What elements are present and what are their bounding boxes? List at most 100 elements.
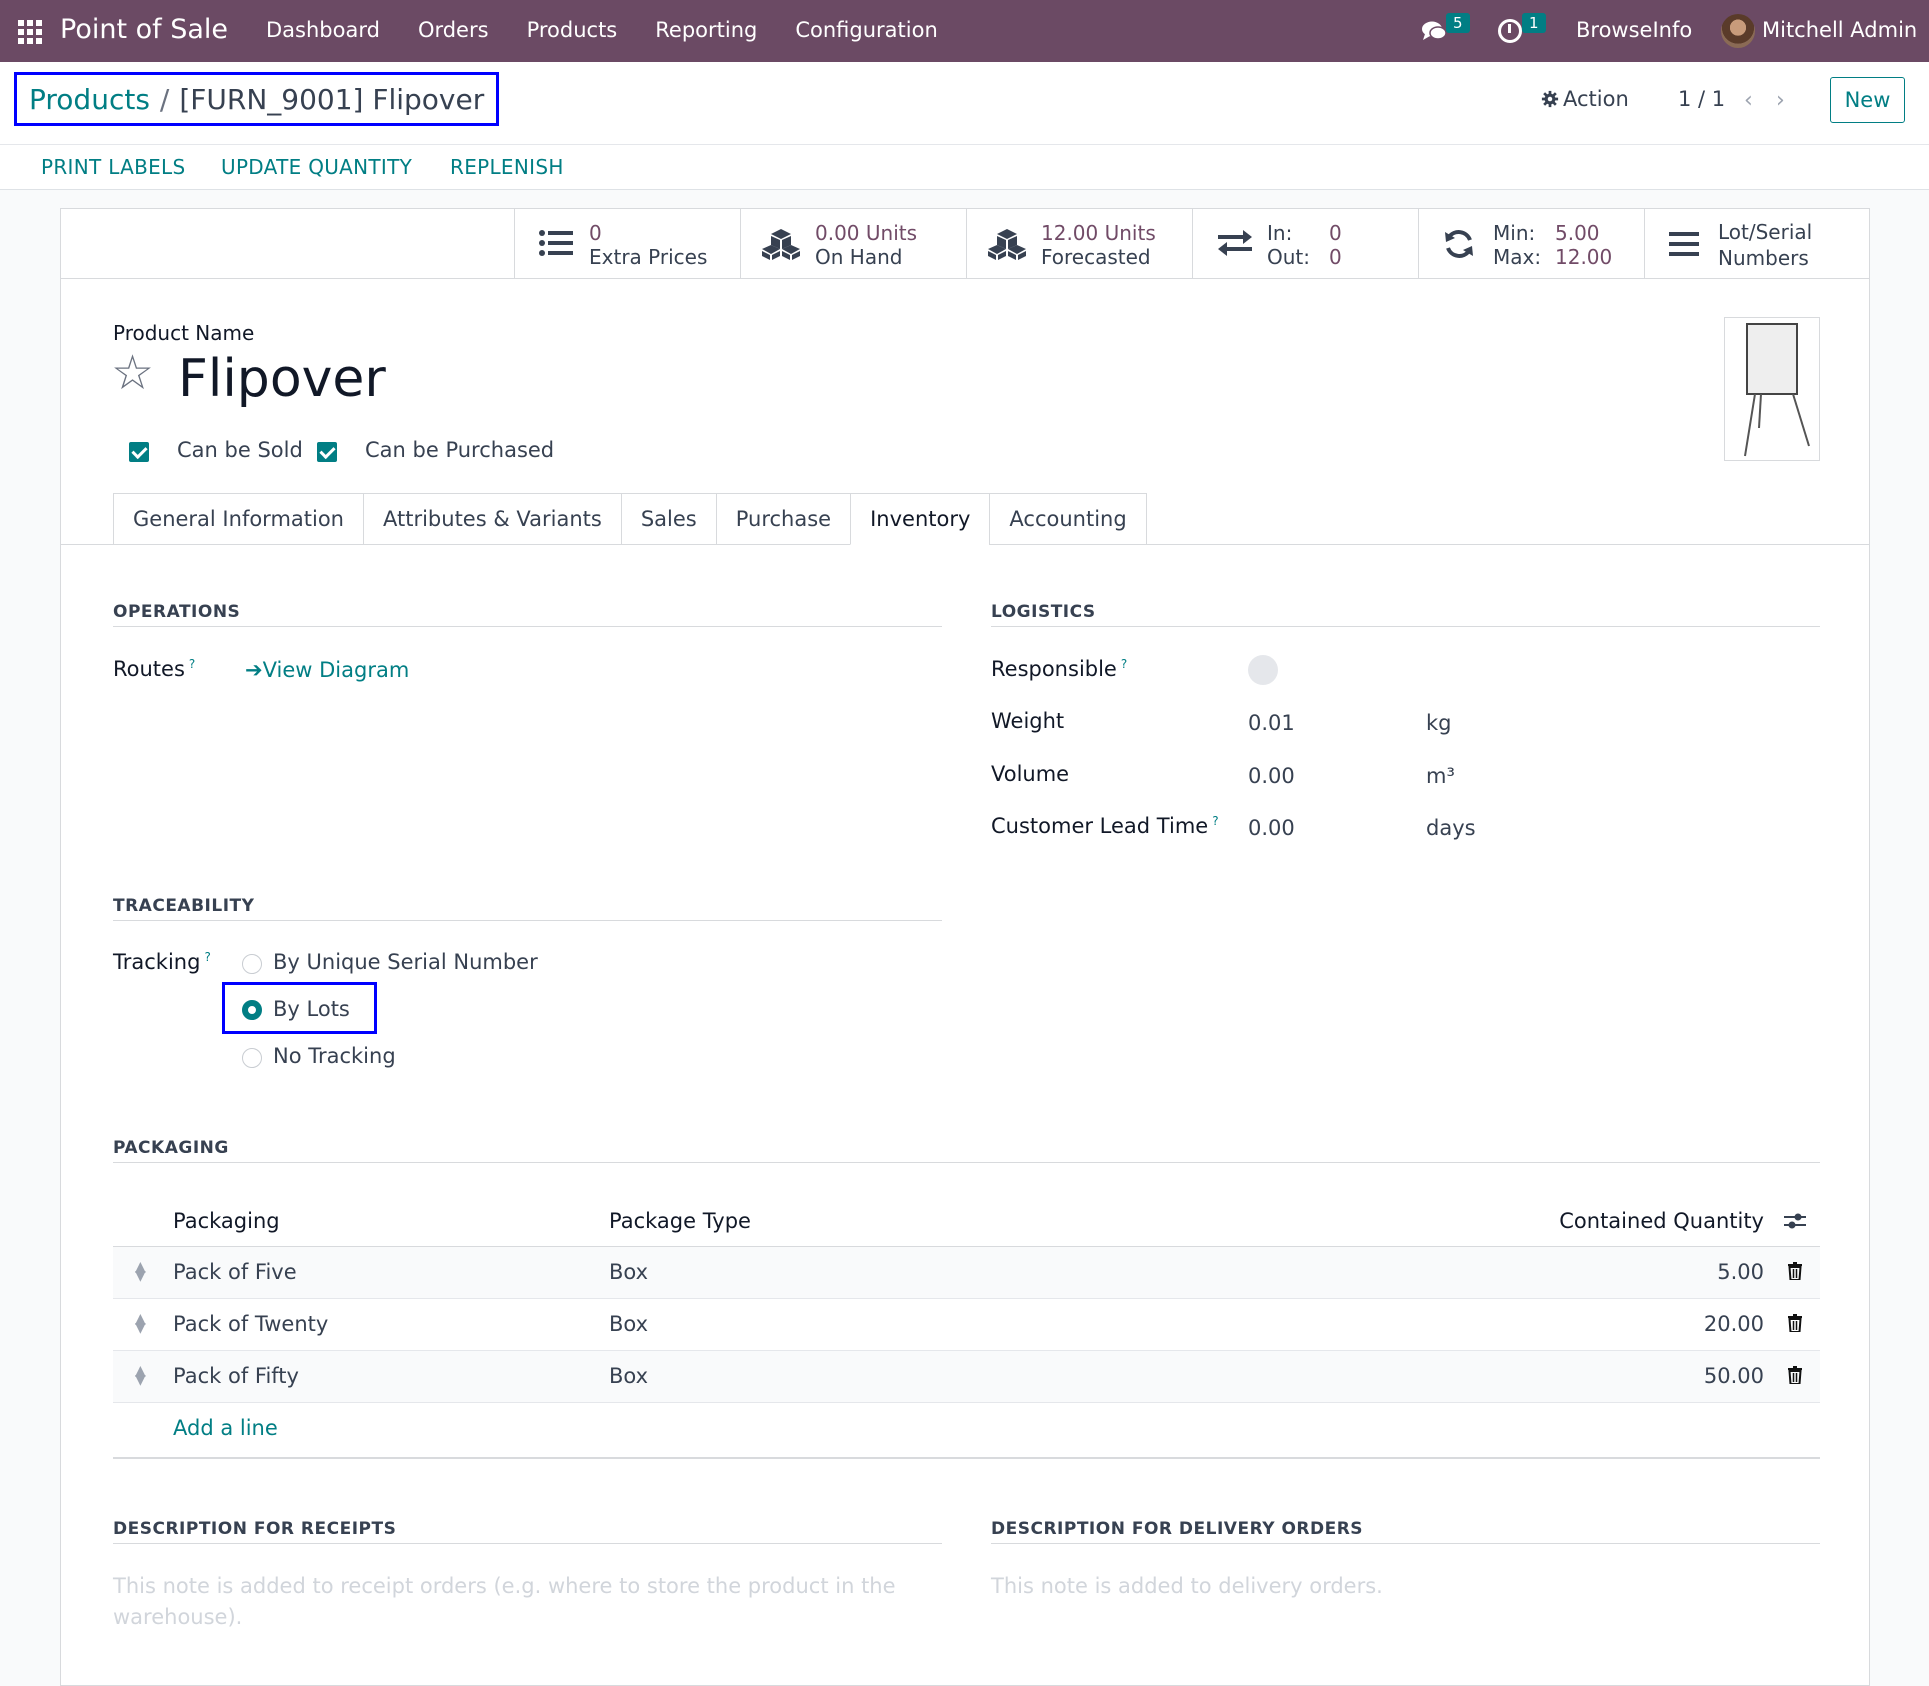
menu-item-configuration[interactable]: Configuration [795, 18, 937, 42]
tracking-help-icon[interactable]: ? [204, 950, 210, 964]
menu-item-products[interactable]: Products [527, 18, 618, 42]
company-switcher[interactable]: BrowseInfo [1576, 18, 1692, 42]
column-contained-quantity[interactable]: Contained Quantity [1559, 1209, 1764, 1233]
chat-icon[interactable] [1421, 20, 1447, 42]
activity-clock-icon[interactable] [1498, 19, 1522, 43]
tracking-serial-radio[interactable] [242, 954, 262, 974]
menu-item-dashboard[interactable]: Dashboard [266, 18, 380, 42]
tracking-none-label[interactable]: No Tracking [273, 1044, 396, 1068]
traceability-title: TRACEABILITY [113, 896, 255, 916]
table-row[interactable]: ▲ ▼ Pack of Twenty Box 20.00 [113, 1299, 1820, 1351]
drag-handle-icon[interactable]: ▲ ▼ [135, 1364, 146, 1387]
tracking-serial-label[interactable]: By Unique Serial Number [273, 950, 538, 974]
delivery-description-title: DESCRIPTION FOR DELIVERY ORDERS [991, 1519, 1364, 1539]
volume-input[interactable]: 0.00 [1248, 764, 1295, 788]
lot-serial-button[interactable]: Lot/Serial Numbers [1644, 209, 1870, 279]
table-row[interactable]: ▲ ▼ Pack of Fifty Box 50.00 [113, 1351, 1820, 1403]
activity-count-badge: 1 [1522, 13, 1546, 33]
operations-title: OPERATIONS [113, 602, 241, 622]
package-type[interactable]: Box [609, 1364, 648, 1388]
receipts-description-field[interactable]: This note is added to receipt orders (e.… [113, 1571, 933, 1633]
smart-button-box: 0 Extra Prices 0.00 Units On Hand 12.00 … [514, 209, 1870, 279]
customer-lead-time-input[interactable]: 0.00 [1248, 816, 1295, 840]
tracking-lots-label[interactable]: By Lots [273, 997, 350, 1021]
product-name-field[interactable]: Flipover [178, 349, 386, 409]
tab-inventory[interactable]: Inventory [850, 493, 990, 545]
column-package-type[interactable]: Package Type [609, 1209, 751, 1233]
packaging-name[interactable]: Pack of Twenty [173, 1312, 328, 1336]
on-hand-label: On Hand [815, 245, 903, 269]
package-type[interactable]: Box [609, 1312, 648, 1336]
list-icon [539, 230, 573, 256]
volume-unit: m³ [1426, 764, 1455, 788]
breadcrumb-products-link[interactable]: Products [29, 83, 150, 116]
min-max-button[interactable]: Min: 5.00 Max: 12.00 [1418, 209, 1644, 279]
replenish-button[interactable]: REPLENISH [450, 155, 564, 179]
trash-icon[interactable] [1788, 1366, 1802, 1384]
max-label: Max: [1493, 245, 1542, 269]
pager-value[interactable]: 1 / 1 [1678, 87, 1725, 111]
tab-purchase[interactable]: Purchase [715, 493, 851, 545]
tab-accounting[interactable]: Accounting [989, 493, 1147, 545]
trash-icon[interactable] [1788, 1314, 1802, 1332]
column-settings-icon[interactable] [1784, 1211, 1806, 1231]
lot-serial-label-line1: Lot/Serial [1718, 220, 1813, 244]
user-avatar[interactable] [1721, 14, 1755, 48]
package-type[interactable]: Box [609, 1260, 648, 1284]
tracking-lots-radio[interactable] [242, 1000, 262, 1020]
tracking-none-radio[interactable] [242, 1048, 262, 1068]
contained-quantity[interactable]: 5.00 [1717, 1260, 1764, 1284]
refresh-icon [1445, 230, 1473, 258]
on-hand-value: 0.00 Units [815, 221, 918, 245]
routes-help-icon[interactable]: ? [189, 657, 195, 671]
user-menu[interactable]: Mitchell Admin [1762, 18, 1917, 42]
top-navbar: Point of Sale Dashboard Orders Products … [0, 0, 1929, 62]
delivery-description-field[interactable]: This note is added to delivery orders. [991, 1571, 1811, 1602]
receipts-description-title: DESCRIPTION FOR RECEIPTS [113, 1519, 397, 1539]
responsible-avatar-field[interactable] [1248, 655, 1278, 685]
view-diagram-link[interactable]: ➔View Diagram [245, 658, 409, 682]
favorite-star-icon[interactable]: ☆ [111, 349, 154, 397]
can-be-sold-label: Can be Sold [177, 438, 303, 462]
extra-prices-button[interactable]: 0 Extra Prices [514, 209, 740, 279]
tab-sales[interactable]: Sales [620, 493, 716, 545]
contained-quantity[interactable]: 50.00 [1704, 1364, 1764, 1388]
update-quantity-button[interactable]: UPDATE QUANTITY [221, 155, 412, 179]
contained-quantity[interactable]: 20.00 [1704, 1312, 1764, 1336]
on-hand-button[interactable]: 0.00 Units On Hand [740, 209, 966, 279]
chat-count-badge: 5 [1446, 13, 1470, 33]
new-button[interactable]: New [1830, 77, 1905, 123]
table-row[interactable]: ▲ ▼ Pack of Five Box 5.00 [113, 1247, 1820, 1299]
packaging-name[interactable]: Pack of Five [173, 1260, 297, 1284]
column-packaging[interactable]: Packaging [173, 1209, 280, 1233]
apps-menu-icon[interactable] [18, 20, 42, 44]
print-labels-button[interactable]: PRINT LABELS [41, 155, 185, 179]
pager-next-icon[interactable]: › [1776, 88, 1785, 113]
product-image[interactable] [1724, 317, 1820, 461]
tab-attributes-variants[interactable]: Attributes & Variants [363, 493, 621, 545]
can-be-purchased-checkbox[interactable] [317, 442, 337, 462]
in-out-button[interactable]: In: 0 Out: 0 [1192, 209, 1418, 279]
control-panel: Products / [FURN_9001] Flipover Action 1… [0, 62, 1929, 190]
weight-input[interactable]: 0.01 [1248, 711, 1295, 735]
min-label: Min: [1493, 221, 1536, 245]
responsible-help-icon[interactable]: ? [1121, 657, 1127, 671]
app-brand[interactable]: Point of Sale [60, 14, 228, 45]
tab-general-information[interactable]: General Information [113, 493, 363, 545]
routes-label: Routes? [113, 657, 196, 681]
action-label: Action [1563, 87, 1629, 111]
forecasted-button[interactable]: 12.00 Units Forecasted [966, 209, 1192, 279]
can-be-sold-checkbox[interactable] [129, 442, 149, 462]
menu-item-orders[interactable]: Orders [418, 18, 489, 42]
action-button[interactable]: Action [1541, 87, 1629, 111]
lead-time-help-icon[interactable]: ? [1212, 814, 1218, 828]
trash-icon[interactable] [1788, 1262, 1802, 1280]
drag-handle-icon[interactable]: ▲ ▼ [135, 1312, 146, 1335]
in-value: 0 [1329, 221, 1342, 245]
can-be-purchased-label: Can be Purchased [365, 438, 555, 462]
packaging-name[interactable]: Pack of Fifty [173, 1364, 299, 1388]
drag-handle-icon[interactable]: ▲ ▼ [135, 1260, 146, 1283]
pager-previous-icon[interactable]: ‹ [1744, 88, 1753, 113]
add-a-line-link[interactable]: Add a line [173, 1416, 278, 1440]
menu-item-reporting[interactable]: Reporting [655, 18, 757, 42]
